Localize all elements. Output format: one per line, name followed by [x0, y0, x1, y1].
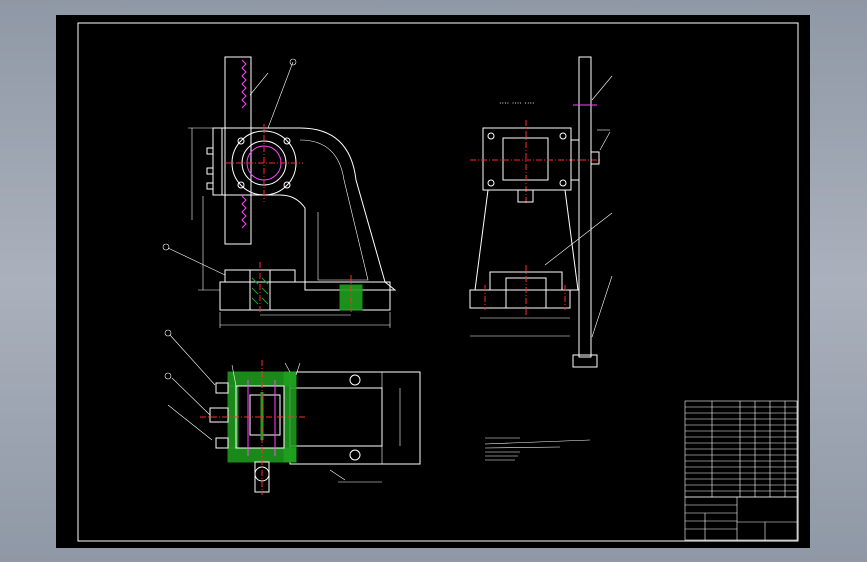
front-view-icon	[162, 56, 397, 328]
top-view-icon	[164, 329, 421, 495]
title-block-icon	[684, 400, 798, 541]
technical-notes	[484, 437, 591, 461]
drawing-frame	[77, 22, 799, 542]
drawing-canvas: ···· ···· ····	[77, 22, 799, 542]
side-view-icon: ···· ···· ····	[469, 56, 613, 368]
side-view-title: ···· ···· ····	[499, 99, 535, 108]
cad-viewport[interactable]: ···· ···· ····	[0, 0, 867, 562]
